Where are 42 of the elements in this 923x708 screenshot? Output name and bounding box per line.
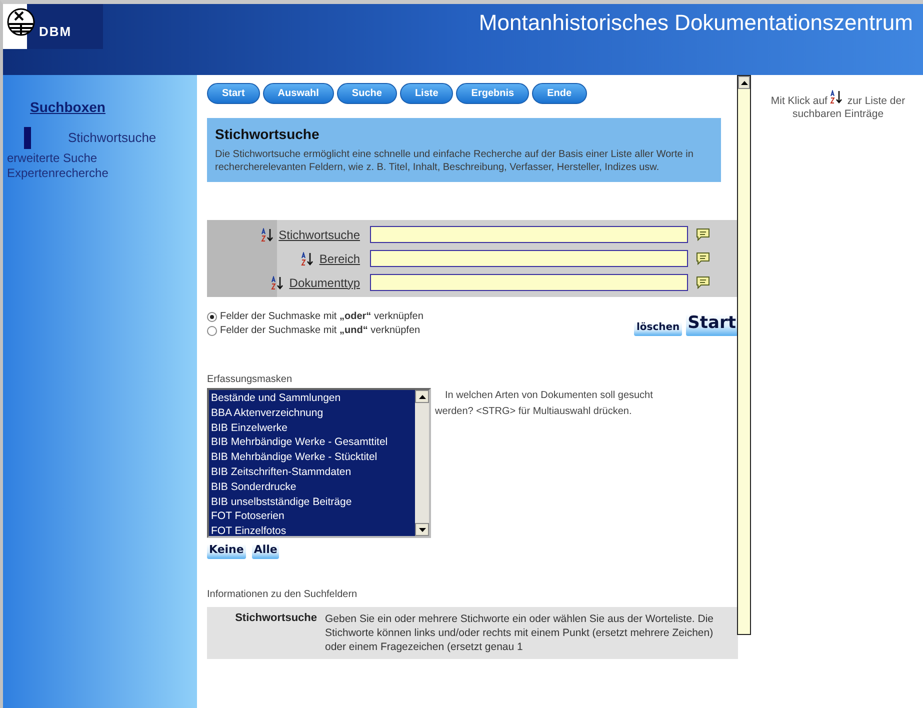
info-text: Geben Sie ein oder mehrere Stichworte ein oder wählen Sie aus der Worteliste. Die Stichworte können links und/oder rechts mit einem Punkt (ersetzt mehrere Zeichen) oder einem Fragezeichen (ersetzt genau 1 [325, 612, 715, 654]
field-label-link[interactable]: Dokumenttyp [289, 276, 360, 290]
sort-az-icon [301, 252, 316, 266]
sidebar-item[interactable]: erweiterte Suche [3, 151, 197, 166]
scrollbar[interactable] [415, 390, 429, 536]
radio-label: Felder der Suchmaske mit „und“ verknüpfen [220, 325, 420, 336]
logo-text: DBM [39, 24, 72, 39]
sidebar-item[interactable]: Stichwortsuche [24, 127, 197, 149]
sort-az-icon [830, 90, 844, 104]
select-button[interactable]: Keine [207, 544, 246, 560]
side-note: Mit Klick auf zur Liste der suchbaren Einträge [751, 75, 913, 708]
info-term: Stichwortsuche [234, 612, 317, 626]
mask-listbox[interactable] [207, 388, 431, 538]
sort-az-icon [260, 228, 275, 242]
action-button[interactable]: Start [686, 314, 738, 336]
section-label: Erfassungsmasken [207, 374, 294, 385]
radio-label: Felder der Suchmaske mit „oder“ verknüpfen [220, 311, 424, 322]
arrow-up-icon[interactable] [418, 394, 426, 398]
radio-button[interactable] [207, 326, 217, 336]
section-label: Informationen zu den Suchfeldern [207, 589, 358, 600]
search-input[interactable] [370, 274, 688, 291]
intro-title: Stichwortsuche [215, 126, 320, 142]
intro-text: Die Stichwortsuche ermöglicht eine schnelle und einfache Recherche auf der Basis einer Liste aller Worte in rechercherelevanten Feldern, wie z. B. Titel, Inhalt, Beschreibung, Verfasser, Hersteller, Indizes usw. [215, 148, 694, 174]
radio-button[interactable] [207, 312, 217, 322]
comment-icon[interactable] [696, 252, 710, 265]
site-title: Montanhistorisches Dokumentationszentrum [478, 10, 913, 36]
hint-text: In welchen Arten von Dokumenten soll gesucht werden? <STRG> für Multiauswahl drücken. [435, 389, 654, 419]
sidebar-heading[interactable]: Suchboxen [30, 99, 197, 115]
field-label-link[interactable]: Stichwortsuche [278, 228, 360, 242]
arrow-up-icon[interactable] [740, 80, 748, 84]
field-label-link[interactable]: Bereich [319, 252, 360, 266]
logo-emblem-icon [6, 7, 36, 37]
search-input[interactable] [370, 226, 688, 243]
arrow-down-icon[interactable] [418, 528, 426, 532]
action-button[interactable]: löschen [634, 322, 682, 336]
scrollbar[interactable] [737, 75, 751, 635]
select-button[interactable]: Alle [252, 544, 280, 560]
sidebar-item[interactable]: Expertenrecherche [3, 166, 197, 181]
comment-icon[interactable] [696, 228, 710, 241]
comment-icon[interactable] [696, 276, 710, 289]
sort-az-icon [271, 276, 286, 290]
search-input[interactable] [370, 250, 688, 267]
